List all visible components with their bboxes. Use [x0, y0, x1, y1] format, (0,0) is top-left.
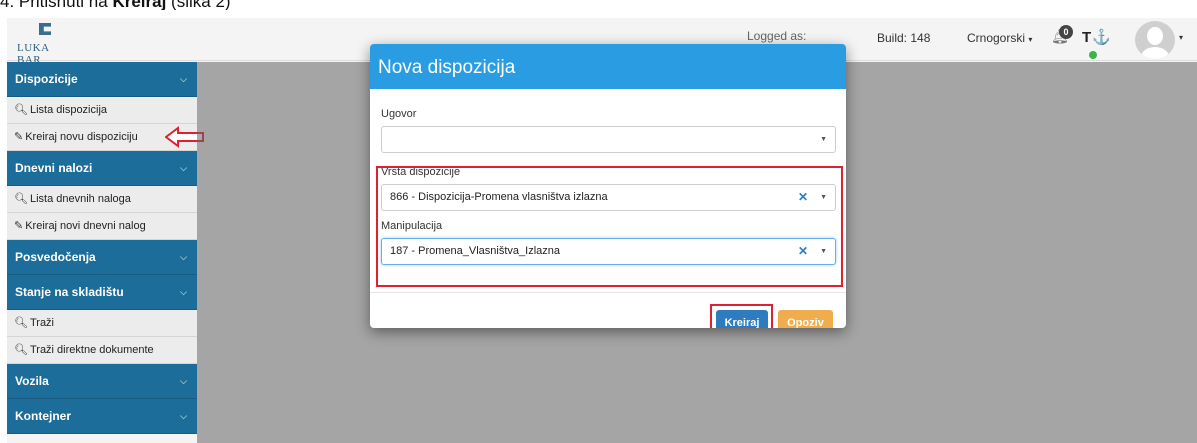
chevron-down-icon: ⌵ [180, 376, 187, 386]
logo-icon [39, 23, 51, 35]
sidebar-section-label: Vozila [15, 374, 49, 388]
sidebar-item-lista-dnevnih-naloga[interactable]: 🔍︎ Lista dnevnih naloga [7, 186, 197, 213]
modal-title: Nova dispozicija [370, 44, 846, 89]
sidebar-section-stanje-na-skladistu[interactable]: Stanje na skladištu ⌵ [7, 275, 197, 310]
nova-dispozicija-modal: Nova dispozicija Ugovor ▼ Vrsta dispozic… [370, 44, 846, 328]
sidebar-item-trazi[interactable]: 🔍︎ Traži [7, 310, 197, 337]
sidebar: Dispozicije ⌵ 🔍︎ Lista dispozicija ✎ Kreir… [7, 62, 197, 443]
kreiraj-button[interactable]: Kreiraj [716, 310, 768, 328]
sidebar-section-label: Dispozicije [15, 72, 78, 86]
sidebar-section-label: Kontejner [15, 409, 72, 423]
caption-suffix: (slika 2) [166, 0, 231, 10]
chevron-down-icon: ⌵ [180, 74, 187, 84]
sidebar-item-label: Traži direktne dokumente [29, 344, 154, 356]
opoziv-button[interactable]: Opoziv [778, 310, 833, 328]
build-label: Build: 148 [877, 31, 931, 45]
ugovor-label: Ugovor [381, 108, 417, 120]
sidebar-item-kreiraj-novi-dnevni-nalog[interactable]: ✎ Kreiraj novi dnevni nalog [7, 213, 197, 240]
edit-icon: ✎ [14, 131, 24, 143]
ugovor-select[interactable]: ▼ [381, 126, 836, 153]
search-icon: 🔍︎ [14, 317, 28, 329]
edit-icon: ✎ [14, 220, 24, 232]
sidebar-item-label: Kreiraj novu dispoziciju [25, 131, 138, 143]
sidebar-section-kontejner[interactable]: Kontejner ⌵ [7, 399, 197, 434]
language-label: Crnogorski [967, 31, 1026, 45]
language-dropdown[interactable]: Crnogorski ▾ [967, 31, 1032, 45]
logo[interactable]: LUKA BAR [13, 22, 73, 66]
sidebar-item-label: Lista dispozicija [29, 104, 108, 116]
avatar[interactable] [1135, 21, 1175, 59]
sidebar-section-label: Dnevni nalozi [15, 161, 93, 175]
sidebar-section-vozila[interactable]: Vozila ⌵ [7, 364, 197, 399]
sidebar-item-trazi-direktne-dokumente[interactable]: 🔍︎ Traži direktne dokumente [7, 337, 197, 364]
sidebar-section-dispozicije[interactable]: Dispozicije ⌵ [7, 62, 197, 97]
logged-as-label: Logged as: [747, 29, 807, 43]
sidebar-item-label: Lista dnevnih naloga [29, 193, 131, 205]
modal-footer: Kreiraj Opoziv [370, 292, 846, 328]
document-caption: 4. Pritisnuti na Kreiraj (slika 2) [0, 0, 1197, 10]
search-icon: 🔍︎ [14, 344, 28, 356]
chevron-down-icon: ⌵ [180, 163, 187, 173]
caret-down-icon: ▾ [1028, 35, 1033, 44]
sidebar-section-label: Posvedočenja [15, 250, 96, 264]
caption-bold: Kreiraj [112, 0, 167, 10]
search-icon: 🔍︎ [14, 193, 28, 205]
sidebar-item-label: Traži [29, 317, 55, 329]
sidebar-section-dnevni-nalozi[interactable]: Dnevni nalozi ⌵ [7, 151, 197, 186]
sidebar-section-label: Stanje na skladištu [15, 285, 124, 299]
sidebar-item-lista-dispozicija[interactable]: 🔍︎ Lista dispozicija [7, 97, 197, 124]
chevron-down-icon: ⌵ [180, 411, 187, 421]
chevron-down-icon: ⌵ [180, 252, 187, 262]
search-icon: 🔍︎ [14, 104, 28, 116]
caret-down-icon[interactable]: ▾ [1179, 33, 1183, 42]
sidebar-section-posvedocenja[interactable]: Posvedočenja ⌵ [7, 240, 197, 275]
chevron-down-icon: ⌵ [180, 287, 187, 297]
tools-icon[interactable]: T⚓ [1082, 28, 1112, 46]
caption-prefix: 4. Pritisnuti na [0, 0, 113, 10]
app-window: LUKA BAR Logged as: Build: 148 Crnogorsk… [7, 18, 1197, 443]
sidebar-item-label: Kreiraj novi dnevni nalog [25, 220, 146, 232]
caret-down-icon: ▼ [820, 136, 827, 143]
notifications-button[interactable]: 🔔︎ 0 [1051, 24, 1077, 50]
highlight-box-annotation [376, 166, 843, 287]
notification-badge: 0 [1059, 25, 1073, 39]
online-status-indicator [1089, 51, 1097, 59]
